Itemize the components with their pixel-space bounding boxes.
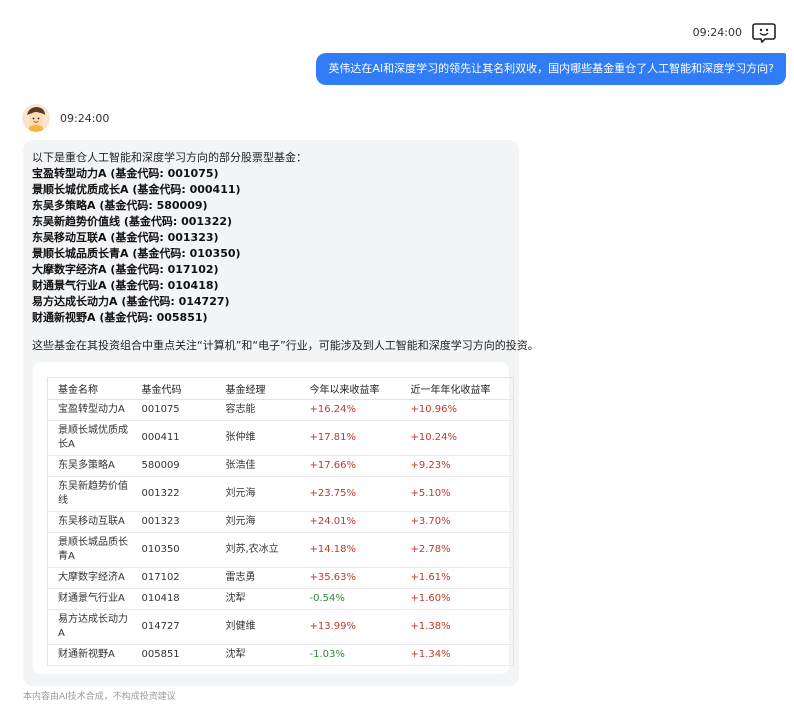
fund-list-item: 易方达成长动力A (基金代码: 014727) bbox=[32, 295, 230, 308]
user-message-time: 09:24:00 bbox=[692, 25, 742, 39]
header-fund-code: 基金代码 bbox=[131, 377, 216, 400]
cell-fund-name: 财通景气行业A bbox=[47, 588, 132, 610]
cell-fund-manager: 雷志勇 bbox=[215, 567, 300, 589]
bot-summary-text: 这些基金在其投资组合中重点关注“计算机”和“电子”行业，可能涉及到人工智能和深度… bbox=[32, 339, 539, 352]
cell-annual-return: +2.78% bbox=[400, 532, 514, 568]
cell-ytd-return: +14.18% bbox=[299, 532, 401, 568]
table-row: 易方达成长动力A 014727 刘健维 +13.99% +1.38% bbox=[47, 609, 514, 645]
user-avatar-icon bbox=[752, 20, 776, 44]
cell-fund-manager: 刘苏,农冰立 bbox=[215, 532, 300, 568]
cell-fund-manager: 沈犁 bbox=[215, 644, 300, 666]
fund-table-body: 宝盈转型动力A 001075 容志能 +16.24% +10.96% 景顺长城优质成长A 0… bbox=[47, 399, 514, 666]
fund-table-container: 基金名称 基金代码 基金经理 今年以来收益率 近一年年化收益率 宝盈转型动力A 0… bbox=[33, 362, 514, 674]
cell-fund-code: 010418 bbox=[131, 588, 216, 610]
fund-list-item: 东吴移动互联A (基金代码: 001323) bbox=[32, 231, 219, 244]
cell-fund-name: 易方达成长动力A bbox=[47, 609, 132, 645]
table-row: 景顺长城品质长青A 010350 刘苏,农冰立 +14.18% +2.78% bbox=[47, 532, 514, 568]
cell-ytd-return: +13.99% bbox=[299, 609, 401, 645]
header-annual-return: 近一年年化收益率 bbox=[400, 377, 514, 400]
fund-list-item: 东吴新趋势价值线 (基金代码: 001322) bbox=[32, 215, 233, 228]
cell-fund-manager: 刘元海 bbox=[215, 476, 300, 512]
cell-annual-return: +1.61% bbox=[400, 567, 514, 589]
cell-annual-return: +9.23% bbox=[400, 455, 514, 477]
cell-fund-name: 宝盈转型动力A bbox=[47, 399, 132, 421]
table-row: 财通新视野A 005851 沈犁 -1.03% +1.34% bbox=[47, 644, 514, 666]
header-fund-name: 基金名称 bbox=[47, 377, 132, 400]
cell-annual-return: +10.24% bbox=[400, 420, 514, 456]
table-row: 景顺长城优质成长A 000411 张仲维 +17.81% +10.24% bbox=[47, 420, 514, 456]
fund-table: 基金名称 基金代码 基金经理 今年以来收益率 近一年年化收益率 宝盈转型动力A 0… bbox=[47, 377, 514, 666]
header-ytd-return: 今年以来收益率 bbox=[299, 377, 401, 400]
cell-ytd-return: -0.54% bbox=[299, 588, 401, 610]
cell-annual-return: +10.96% bbox=[400, 399, 514, 421]
table-row: 宝盈转型动力A 001075 容志能 +16.24% +10.96% bbox=[47, 399, 514, 421]
cell-ytd-return: +17.81% bbox=[299, 420, 401, 456]
fund-list-item: 景顺长城品质长青A (基金代码: 010350) bbox=[32, 247, 241, 260]
cell-fund-code: 580009 bbox=[131, 455, 216, 477]
table-row: 财通景气行业A 010418 沈犁 -0.54% +1.60% bbox=[47, 588, 514, 610]
cell-annual-return: +1.60% bbox=[400, 588, 514, 610]
bot-message-time: 09:24:00 bbox=[60, 111, 110, 125]
cell-fund-code: 001322 bbox=[131, 476, 216, 512]
cell-annual-return: +1.38% bbox=[400, 609, 514, 645]
cell-fund-code: 000411 bbox=[131, 420, 216, 456]
cell-ytd-return: +23.75% bbox=[299, 476, 401, 512]
cell-annual-return: +5.10% bbox=[400, 476, 514, 512]
bot-intro-text: 以下是重仓人工智能和深度学习方向的部分股票型基金： bbox=[32, 151, 307, 164]
cell-ytd-return: +24.01% bbox=[299, 511, 401, 533]
cell-fund-name: 景顺长城优质成长A bbox=[47, 420, 132, 456]
cell-annual-return: +3.70% bbox=[400, 511, 514, 533]
cell-fund-code: 014727 bbox=[131, 609, 216, 645]
cell-fund-manager: 张浩佳 bbox=[215, 455, 300, 477]
cell-fund-manager: 张仲维 bbox=[215, 420, 300, 456]
cell-ytd-return: +35.63% bbox=[299, 567, 401, 589]
cell-fund-manager: 刘健维 bbox=[215, 609, 300, 645]
cell-fund-name: 景顺长城品质长青A bbox=[47, 532, 132, 568]
cell-fund-name: 东吴多策略A bbox=[47, 455, 132, 477]
user-message-bubble: 英伟达在AI和深度学习的领先让其名利双收，国内哪些基金重仓了人工智能和深度学习方… bbox=[316, 53, 786, 85]
cell-fund-manager: 沈犁 bbox=[215, 588, 300, 610]
table-row: 大摩数字经济A 017102 雷志勇 +35.63% +1.61% bbox=[47, 567, 514, 589]
cell-fund-name: 财通新视野A bbox=[47, 644, 132, 666]
table-row: 东吴移动互联A 001323 刘元海 +24.01% +3.70% bbox=[47, 511, 514, 533]
header-fund-manager: 基金经理 bbox=[215, 377, 300, 400]
bot-message-header: 09:24:00 bbox=[22, 104, 109, 132]
fund-list-item: 大摩数字经济A (基金代码: 017102) bbox=[32, 263, 219, 276]
cell-fund-code: 017102 bbox=[131, 567, 216, 589]
cell-fund-code: 005851 bbox=[131, 644, 216, 666]
disclaimer-text: 本内容由AI技术合成，不构成投资建议 bbox=[23, 692, 176, 702]
table-row: 东吴新趋势价值线 001322 刘元海 +23.75% +5.10% bbox=[47, 476, 514, 512]
cell-fund-name: 大摩数字经济A bbox=[47, 567, 132, 589]
cell-annual-return: +1.34% bbox=[400, 644, 514, 666]
fund-list: 宝盈转型动力A (基金代码: 001075) 景顺长城优质成长A (基金代码: … bbox=[32, 166, 510, 326]
fund-list-item: 财通新视野A (基金代码: 005851) bbox=[32, 311, 208, 324]
cell-fund-manager: 刘元海 bbox=[215, 511, 300, 533]
cell-fund-code: 001075 bbox=[131, 399, 216, 421]
fund-list-item: 东吴多策略A (基金代码: 580009) bbox=[32, 199, 208, 212]
cell-fund-manager: 容志能 bbox=[215, 399, 300, 421]
cell-fund-name: 东吴新趋势价值线 bbox=[47, 476, 132, 512]
cell-fund-name: 东吴移动互联A bbox=[47, 511, 132, 533]
cell-fund-code: 010350 bbox=[131, 532, 216, 568]
table-header-row: 基金名称 基金代码 基金经理 今年以来收益率 近一年年化收益率 bbox=[47, 377, 514, 400]
bot-message-card: 以下是重仓人工智能和深度学习方向的部分股票型基金： 宝盈转型动力A (基金代码:… bbox=[23, 140, 539, 686]
user-message-header: 09:24:00 bbox=[693, 20, 776, 44]
table-row: 东吴多策略A 580009 张浩佳 +17.66% +9.23% bbox=[47, 455, 514, 477]
bot-avatar-icon bbox=[22, 104, 50, 132]
cell-ytd-return: +17.66% bbox=[299, 455, 401, 477]
cell-ytd-return: -1.03% bbox=[299, 644, 401, 666]
cell-ytd-return: +16.24% bbox=[299, 399, 401, 421]
fund-list-item: 景顺长城优质成长A (基金代码: 000411) bbox=[32, 183, 241, 196]
fund-list-item: 宝盈转型动力A (基金代码: 001075) bbox=[32, 167, 219, 180]
cell-fund-code: 001323 bbox=[131, 511, 216, 533]
fund-list-item: 财通景气行业A (基金代码: 010418) bbox=[32, 279, 219, 292]
